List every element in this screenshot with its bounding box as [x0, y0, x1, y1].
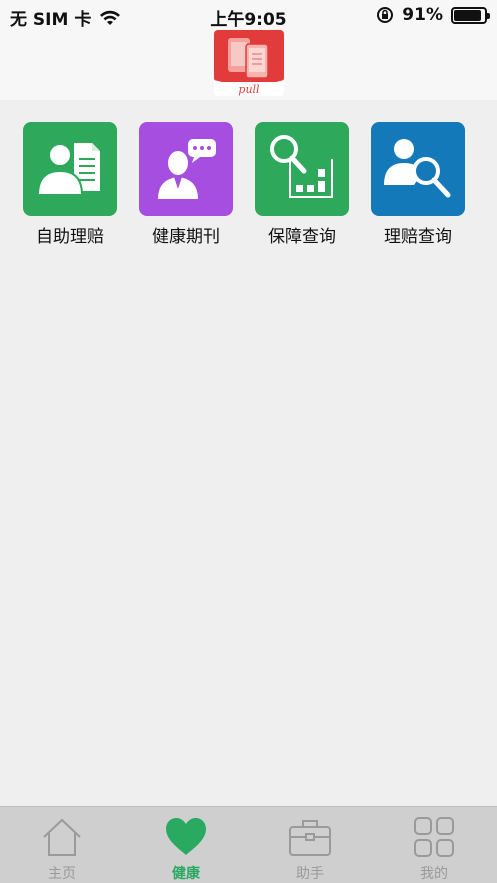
tab-label: 主页 — [48, 866, 76, 882]
tile-label: 健康期刊 — [152, 227, 220, 247]
tile-coverage-query[interactable]: 保障查询 — [244, 122, 360, 247]
rotation-lock-icon — [377, 7, 394, 23]
user-document-icon — [36, 143, 100, 196]
tile-health-journal-icon-box — [139, 122, 233, 216]
tile-claim-query[interactable]: 理赔查询 — [360, 122, 476, 247]
briefcase-icon — [289, 820, 331, 856]
tab-home[interactable]: 主页 — [0, 807, 124, 883]
battery-icon — [451, 6, 490, 24]
app-header: pull — [0, 30, 497, 100]
tile-label: 理赔查询 — [384, 227, 452, 247]
status-bar: 无 SIM 卡 上午9:05 91% — [0, 0, 497, 30]
battery-percent: 91% — [402, 5, 443, 25]
tile-self-claim[interactable]: 自助理赔 — [12, 122, 128, 247]
tile-label: 自助理赔 — [36, 227, 104, 247]
grid-icon — [414, 817, 454, 857]
tab-health[interactable]: 健康 — [124, 807, 248, 883]
home-icon — [43, 818, 81, 856]
tile-coverage-query-icon-box — [255, 122, 349, 216]
tab-mine[interactable]: 我的 — [372, 807, 496, 883]
tile-self-claim-icon-box — [23, 122, 117, 216]
battery-fill — [454, 9, 482, 21]
user-search-icon — [384, 139, 451, 198]
logo-text: pull — [238, 83, 260, 96]
tile-claim-query-icon-box — [371, 122, 465, 216]
user-chat-icon — [158, 139, 216, 199]
feature-grid: 自助理赔 健康期刊 保障查询 理赔查询 — [0, 122, 497, 252]
tab-label: 助手 — [296, 866, 324, 882]
tab-assistant[interactable]: 助手 — [248, 807, 372, 883]
app-logo: pull — [214, 30, 284, 96]
tab-label: 健康 — [172, 866, 200, 882]
tab-bar: 主页 健康 助手 我的 — [0, 806, 497, 883]
tile-label: 保障查询 — [268, 227, 336, 247]
status-right: 91% — [376, 5, 490, 25]
tab-label: 我的 — [420, 866, 448, 882]
search-chart-icon — [270, 135, 333, 198]
tile-health-journal[interactable]: 健康期刊 — [128, 122, 244, 247]
heart-icon — [166, 818, 206, 855]
